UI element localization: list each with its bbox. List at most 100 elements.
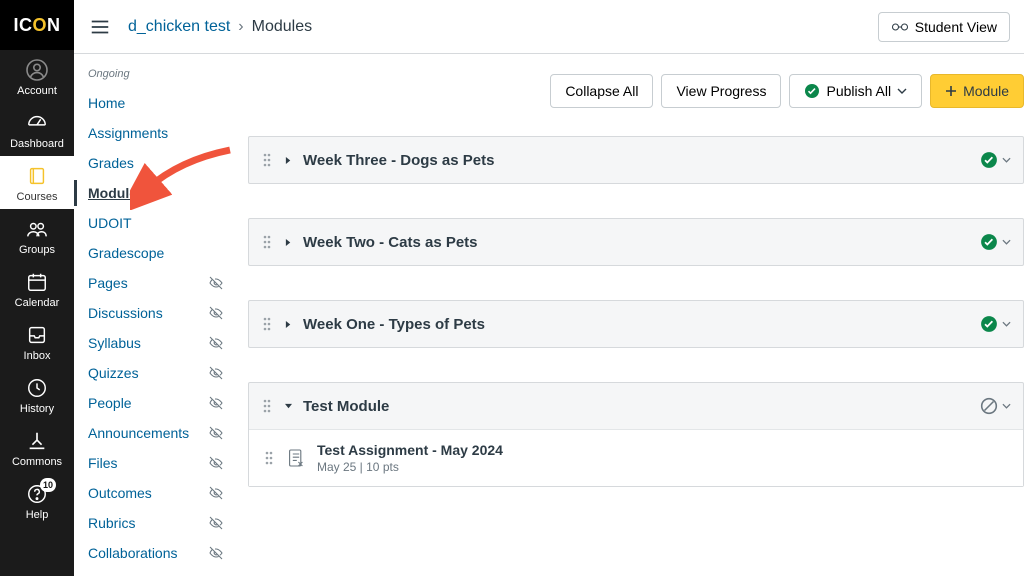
drag-handle-icon[interactable] xyxy=(261,317,273,331)
global-nav-label: Dashboard xyxy=(10,138,64,150)
eye-off-icon xyxy=(208,455,224,471)
course-nav-item[interactable]: Syllabus xyxy=(88,328,234,358)
calendar-icon xyxy=(24,270,50,294)
eye-off-icon xyxy=(208,365,224,381)
global-nav-label: Account xyxy=(17,85,57,97)
caret-right-icon[interactable] xyxy=(283,156,293,165)
course-nav-item[interactable]: Grades xyxy=(88,148,234,178)
publish-all-button[interactable]: Publish All xyxy=(789,74,922,108)
plus-icon xyxy=(945,85,957,97)
module-item-title: Test Assignment - May 2024 xyxy=(317,442,503,458)
module-card: Test Module Test Assignment - May 2024May… xyxy=(248,382,1024,487)
caret-down-icon[interactable] xyxy=(283,403,293,410)
course-nav-item[interactable]: Quizzes xyxy=(88,358,234,388)
check-circle-icon xyxy=(804,83,820,99)
course-nav-label: People xyxy=(88,395,208,411)
course-nav-label: Assignments xyxy=(88,125,234,141)
course-nav-label: Pages xyxy=(88,275,208,291)
module-title: Week Two - Cats as Pets xyxy=(303,234,970,251)
module-title: Test Module xyxy=(303,398,970,415)
assignment-icon xyxy=(287,447,305,469)
breadcrumb-course[interactable]: d_chicken test xyxy=(128,18,230,36)
global-nav-inbox[interactable]: Inbox xyxy=(0,315,74,368)
course-nav-label: Modules xyxy=(88,185,234,201)
publish-all-label: Publish All xyxy=(826,83,891,99)
drag-handle-icon[interactable] xyxy=(261,153,273,167)
drag-handle-icon[interactable] xyxy=(261,235,273,249)
eye-off-icon xyxy=(208,335,224,351)
help-badge: 10 xyxy=(40,478,56,492)
published-icon xyxy=(980,151,998,169)
drag-handle-icon[interactable] xyxy=(263,451,275,465)
module-card: Week One - Types of Pets xyxy=(248,300,1024,348)
course-nav-label: Home xyxy=(88,95,234,111)
clock-icon xyxy=(24,376,50,400)
chevron-down-icon xyxy=(1002,321,1011,327)
module-header[interactable]: Test Module xyxy=(249,383,1023,429)
module-publish-status[interactable] xyxy=(980,315,1011,333)
course-nav-item[interactable]: People xyxy=(88,388,234,418)
module-title: Week Three - Dogs as Pets xyxy=(303,152,970,169)
module-header[interactable]: Week Three - Dogs as Pets xyxy=(249,137,1023,183)
speedometer-icon xyxy=(24,111,50,135)
global-nav-courses[interactable]: Courses xyxy=(0,156,74,209)
global-nav-account[interactable]: Account xyxy=(0,50,74,103)
book-icon xyxy=(24,164,50,188)
caret-right-icon[interactable] xyxy=(283,238,293,247)
module-header[interactable]: Week One - Types of Pets xyxy=(249,301,1023,347)
module-title: Week One - Types of Pets xyxy=(303,316,970,333)
course-nav-item[interactable]: Discussions xyxy=(88,298,234,328)
global-nav-groups[interactable]: Groups xyxy=(0,209,74,262)
hamburger-icon[interactable] xyxy=(88,15,112,39)
drag-handle-icon[interactable] xyxy=(261,399,273,413)
chevron-down-icon xyxy=(1002,239,1011,245)
global-nav: ICON Account Dashboard Courses Groups Ca… xyxy=(0,0,74,576)
course-nav-label: Quizzes xyxy=(88,365,208,381)
course-nav-item[interactable]: Assignments xyxy=(88,118,234,148)
glasses-icon xyxy=(891,22,909,32)
collapse-all-button[interactable]: Collapse All xyxy=(550,74,653,108)
global-nav-label: Commons xyxy=(12,456,62,468)
add-module-label: Module xyxy=(963,83,1009,99)
module-publish-status[interactable] xyxy=(980,233,1011,251)
user-circle-icon xyxy=(24,58,50,82)
modules-toolbar: Collapse All View Progress Publish All M… xyxy=(248,74,1024,108)
course-nav-item[interactable]: Announcements xyxy=(88,418,234,448)
course-nav-item[interactable]: Rubrics xyxy=(88,508,234,538)
course-nav-item[interactable]: UDOIT xyxy=(88,208,234,238)
global-nav-dashboard[interactable]: Dashboard xyxy=(0,103,74,156)
people-icon xyxy=(24,217,50,241)
module-card: Week Two - Cats as Pets xyxy=(248,218,1024,266)
global-nav-commons[interactable]: Commons xyxy=(0,421,74,474)
view-progress-button[interactable]: View Progress xyxy=(661,74,781,108)
course-nav-item[interactable]: Files xyxy=(88,448,234,478)
course-nav-item[interactable]: Home xyxy=(88,88,234,118)
course-nav-label: Syllabus xyxy=(88,335,208,351)
module-publish-status[interactable] xyxy=(980,397,1011,415)
course-nav-label: Collaborations xyxy=(88,545,208,561)
brand-text-right: N xyxy=(47,15,61,36)
brand-text-o: O xyxy=(32,15,47,36)
course-nav-item[interactable]: Outcomes xyxy=(88,478,234,508)
module-header[interactable]: Week Two - Cats as Pets xyxy=(249,219,1023,265)
global-nav-label: Help xyxy=(26,509,49,521)
add-module-button[interactable]: Module xyxy=(930,74,1024,108)
course-nav: Ongoing HomeAssignmentsGradesModulesUDOI… xyxy=(74,54,234,576)
global-nav-help[interactable]: 10 Help xyxy=(0,474,74,527)
global-nav-history[interactable]: History xyxy=(0,368,74,421)
eye-off-icon xyxy=(208,515,224,531)
unpublished-icon xyxy=(980,397,998,415)
caret-right-icon[interactable] xyxy=(283,320,293,329)
module-publish-status[interactable] xyxy=(980,151,1011,169)
view-progress-label: View Progress xyxy=(676,83,766,99)
course-nav-item[interactable]: Modules xyxy=(88,178,234,208)
brand-logo[interactable]: ICON xyxy=(0,0,74,50)
global-nav-calendar[interactable]: Calendar xyxy=(0,262,74,315)
student-view-button[interactable]: Student View xyxy=(878,12,1010,42)
course-nav-item[interactable]: Gradescope xyxy=(88,238,234,268)
module-item-row[interactable]: Test Assignment - May 2024May 25 | 10 pt… xyxy=(249,429,1023,486)
course-nav-label: Grades xyxy=(88,155,234,171)
course-nav-item[interactable]: Elements of Success xyxy=(88,568,234,576)
course-nav-item[interactable]: Pages xyxy=(88,268,234,298)
course-nav-item[interactable]: Collaborations xyxy=(88,538,234,568)
